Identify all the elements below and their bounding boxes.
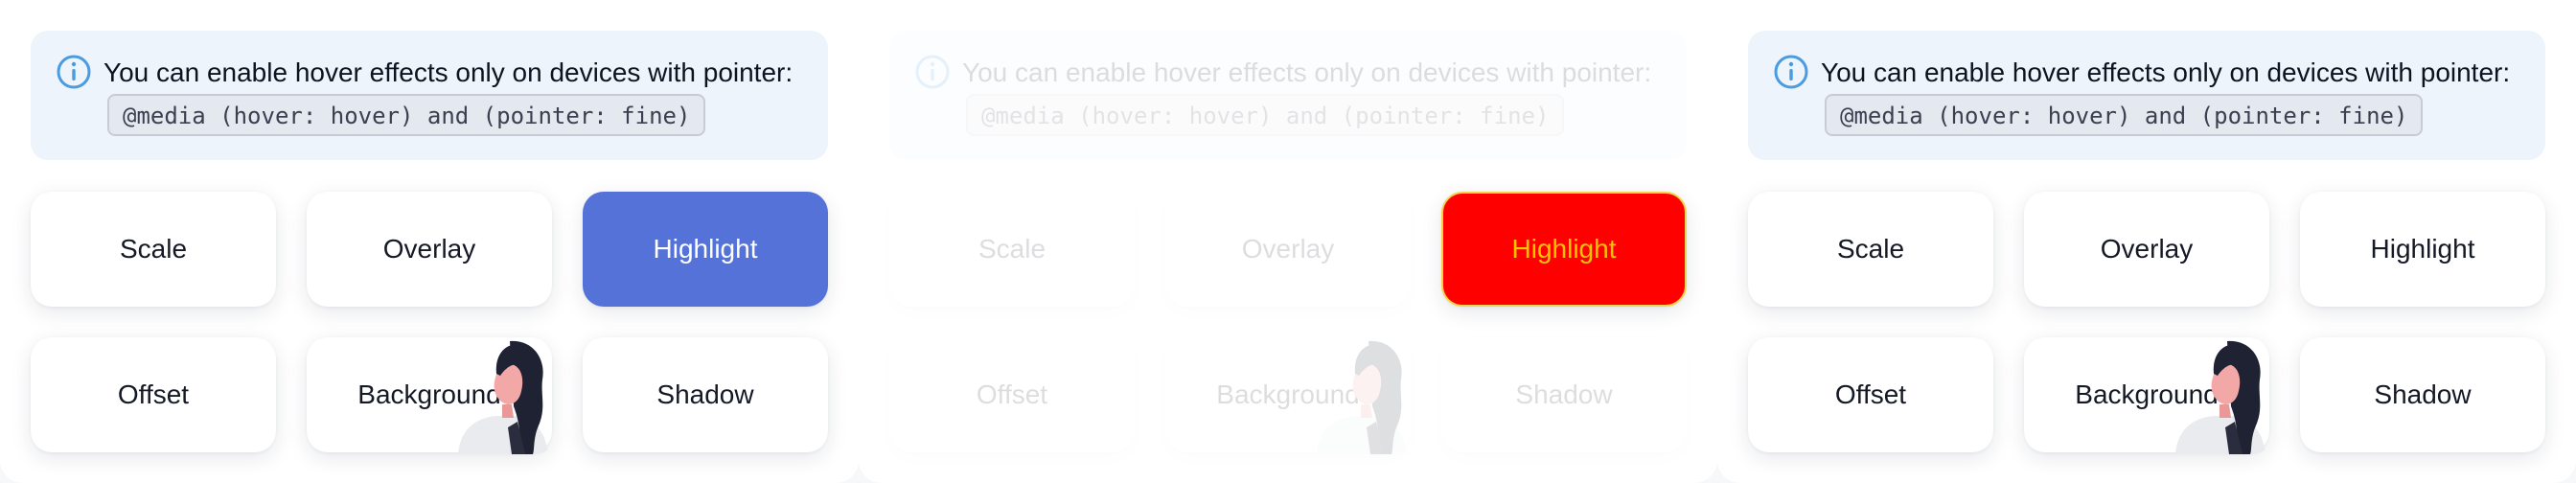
info-circle-icon bbox=[1774, 55, 1808, 89]
overlay-label: Overlay bbox=[382, 234, 476, 264]
info-text: You can enable hover effects only on dev… bbox=[1821, 58, 2511, 87]
scale-button[interactable]: Scale bbox=[889, 192, 1135, 307]
background-label: Background bbox=[1216, 380, 1360, 409]
highlight-label: Highlight bbox=[1511, 234, 1617, 264]
background-button[interactable]: Background bbox=[2024, 337, 2269, 452]
shadow-button[interactable]: Shadow bbox=[583, 337, 828, 452]
info-circle-icon bbox=[57, 55, 91, 89]
highlight-button[interactable]: Highlight bbox=[2300, 192, 2545, 307]
background-button[interactable]: Background bbox=[307, 337, 552, 452]
panel-hover-state: You can enable hover effects only on dev… bbox=[0, 0, 859, 483]
info-text: You can enable hover effects only on dev… bbox=[962, 58, 1652, 87]
scale-label: Scale bbox=[119, 234, 188, 264]
info-banner: You can enable hover effects only on dev… bbox=[31, 31, 828, 160]
offset-label: Offset bbox=[1834, 380, 1907, 409]
overlay-button[interactable]: Overlay bbox=[307, 192, 552, 307]
highlight-label: Highlight bbox=[653, 234, 758, 264]
shadow-label: Shadow bbox=[2374, 380, 2472, 409]
info-banner: You can enable hover effects only on dev… bbox=[1748, 31, 2545, 160]
scale-button[interactable]: Scale bbox=[1748, 192, 1993, 307]
panel-no-hover-device: You can enable hover effects only on dev… bbox=[859, 0, 1717, 483]
info-code-snippet: @media (hover: hover) and (pointer: fine… bbox=[107, 94, 706, 136]
highlight-label: Highlight bbox=[2370, 234, 2475, 264]
overlay-button[interactable]: Overlay bbox=[1165, 192, 1411, 307]
background-label: Background bbox=[2075, 380, 2219, 409]
shadow-label: Shadow bbox=[656, 380, 754, 409]
overlay-label: Overlay bbox=[1241, 234, 1335, 264]
offset-label: Offset bbox=[976, 380, 1048, 409]
offset-button[interactable]: Offset bbox=[889, 337, 1135, 452]
offset-button[interactable]: Offset bbox=[1748, 337, 1993, 452]
shadow-button[interactable]: Shadow bbox=[1441, 337, 1687, 452]
shadow-button[interactable]: Shadow bbox=[2300, 337, 2545, 452]
highlight-button[interactable]: Highlight bbox=[1441, 192, 1687, 307]
info-code-snippet: @media (hover: hover) and (pointer: fine… bbox=[966, 94, 1565, 136]
info-circle-icon bbox=[915, 55, 950, 89]
scale-label: Scale bbox=[978, 234, 1046, 264]
highlight-button[interactable]: Highlight bbox=[583, 192, 828, 307]
overlay-button[interactable]: Overlay bbox=[2024, 192, 2269, 307]
info-text: You can enable hover effects only on dev… bbox=[104, 58, 794, 87]
panel-default-state: You can enable hover effects only on dev… bbox=[1717, 0, 2576, 483]
background-label: Background bbox=[357, 380, 501, 409]
offset-button[interactable]: Offset bbox=[31, 337, 276, 452]
overlay-label: Overlay bbox=[2100, 234, 2194, 264]
shadow-label: Shadow bbox=[1515, 380, 1613, 409]
scale-label: Scale bbox=[1836, 234, 1905, 264]
info-banner: You can enable hover effects only on dev… bbox=[889, 31, 1687, 160]
offset-label: Offset bbox=[117, 380, 190, 409]
scale-button[interactable]: Scale bbox=[31, 192, 276, 307]
hover-effects-demo: You can enable hover effects only on dev… bbox=[0, 0, 2576, 483]
background-button[interactable]: Background bbox=[1165, 337, 1411, 452]
info-code-snippet: @media (hover: hover) and (pointer: fine… bbox=[1825, 94, 2424, 136]
